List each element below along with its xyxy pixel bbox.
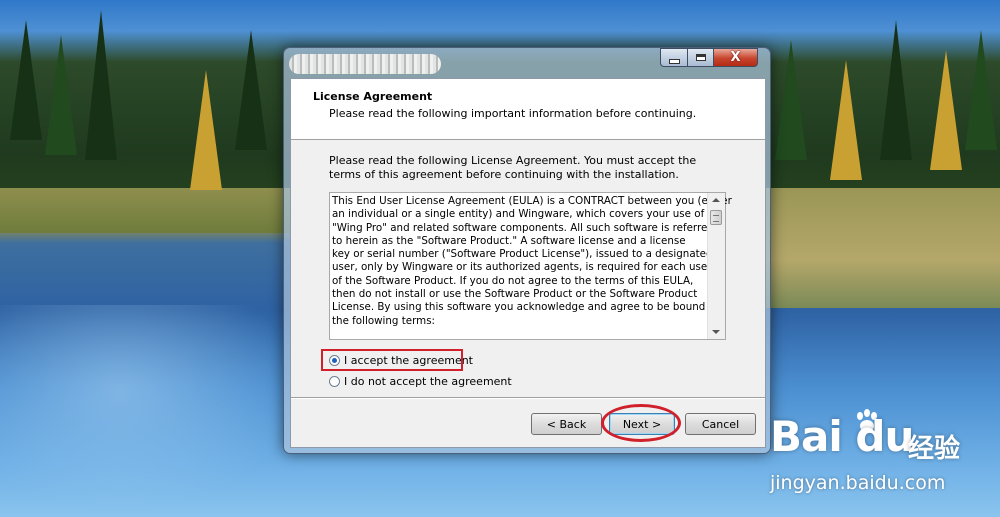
tree xyxy=(830,60,862,180)
dialog-client-area: License Agreement Please read the follow… xyxy=(290,78,766,448)
eula-text: This End User License Agreement (EULA) i… xyxy=(332,195,732,328)
decline-radio-label[interactable]: I do not accept the agreement xyxy=(344,375,512,388)
lake-reflection xyxy=(0,305,300,515)
title-bar[interactable]: X xyxy=(284,48,770,78)
tree xyxy=(235,30,267,150)
eula-line: License. By using this software you ackn… xyxy=(332,301,722,314)
watermark-logo-text: Bai du xyxy=(770,412,914,461)
intro-text: Please read the following License Agreem… xyxy=(329,154,697,181)
cancel-button[interactable]: Cancel xyxy=(685,413,756,435)
meadow-right xyxy=(760,188,1000,308)
eula-line: an individual or a single entity) and Wi… xyxy=(332,208,705,221)
tree xyxy=(965,30,997,150)
scroll-down-icon[interactable] xyxy=(712,330,720,334)
decline-radio[interactable] xyxy=(329,376,340,387)
eula-scrollbar[interactable] xyxy=(707,193,725,339)
eula-line: the following terms: xyxy=(332,314,436,327)
scroll-up-icon[interactable] xyxy=(712,198,720,202)
tree xyxy=(775,40,807,160)
close-button[interactable]: X xyxy=(713,48,758,67)
footer-separator xyxy=(291,397,765,399)
minimize-icon xyxy=(668,58,680,64)
watermark-url: jingyan.baidu.com xyxy=(770,472,946,494)
scroll-thumb[interactable] xyxy=(710,210,722,225)
minimize-button[interactable] xyxy=(660,48,688,67)
back-button[interactable]: < Back xyxy=(531,413,602,435)
eula-line: "Wing Pro" and related software componen… xyxy=(332,221,714,234)
eula-textbox[interactable]: This End User License Agreement (EULA) i… xyxy=(329,192,732,340)
eula-line: This End User License Agreement (EULA) i… xyxy=(332,195,732,207)
tree xyxy=(190,70,222,190)
eula-line: then do not install or use the Software … xyxy=(332,288,698,301)
tree xyxy=(10,20,42,140)
maximize-icon xyxy=(695,54,706,61)
tree xyxy=(45,35,77,155)
installer-window: X License Agreement Please read the foll… xyxy=(283,47,771,454)
eula-line: key or serial number ("Software Product … xyxy=(332,248,713,261)
tree xyxy=(880,20,912,160)
eula-line: to herein as the "Software Product." A s… xyxy=(332,234,686,247)
decline-radio-option[interactable]: I do not accept the agreement xyxy=(329,375,512,388)
eula-line: user, only by Wingware or its authorized… xyxy=(332,261,712,274)
meadow-left xyxy=(0,188,290,233)
tree xyxy=(85,10,117,160)
tree xyxy=(930,50,962,170)
maximize-button[interactable] xyxy=(687,48,714,67)
wizard-header: License Agreement Please read the follow… xyxy=(291,79,765,140)
eula-line: of the Software Product. If you do not a… xyxy=(332,274,694,287)
watermark-cn-text: 经验 xyxy=(908,434,961,464)
highlight-annotation-box xyxy=(321,349,463,371)
page-title: License Agreement xyxy=(313,90,433,103)
page-subtitle: Please read the following important info… xyxy=(329,107,697,120)
highlight-annotation-oval xyxy=(601,404,681,442)
close-icon: X xyxy=(730,50,741,65)
window-title-obscured xyxy=(289,54,441,74)
baidu-watermark: Bai du 经验 jingyan.baidu.com xyxy=(770,408,995,510)
